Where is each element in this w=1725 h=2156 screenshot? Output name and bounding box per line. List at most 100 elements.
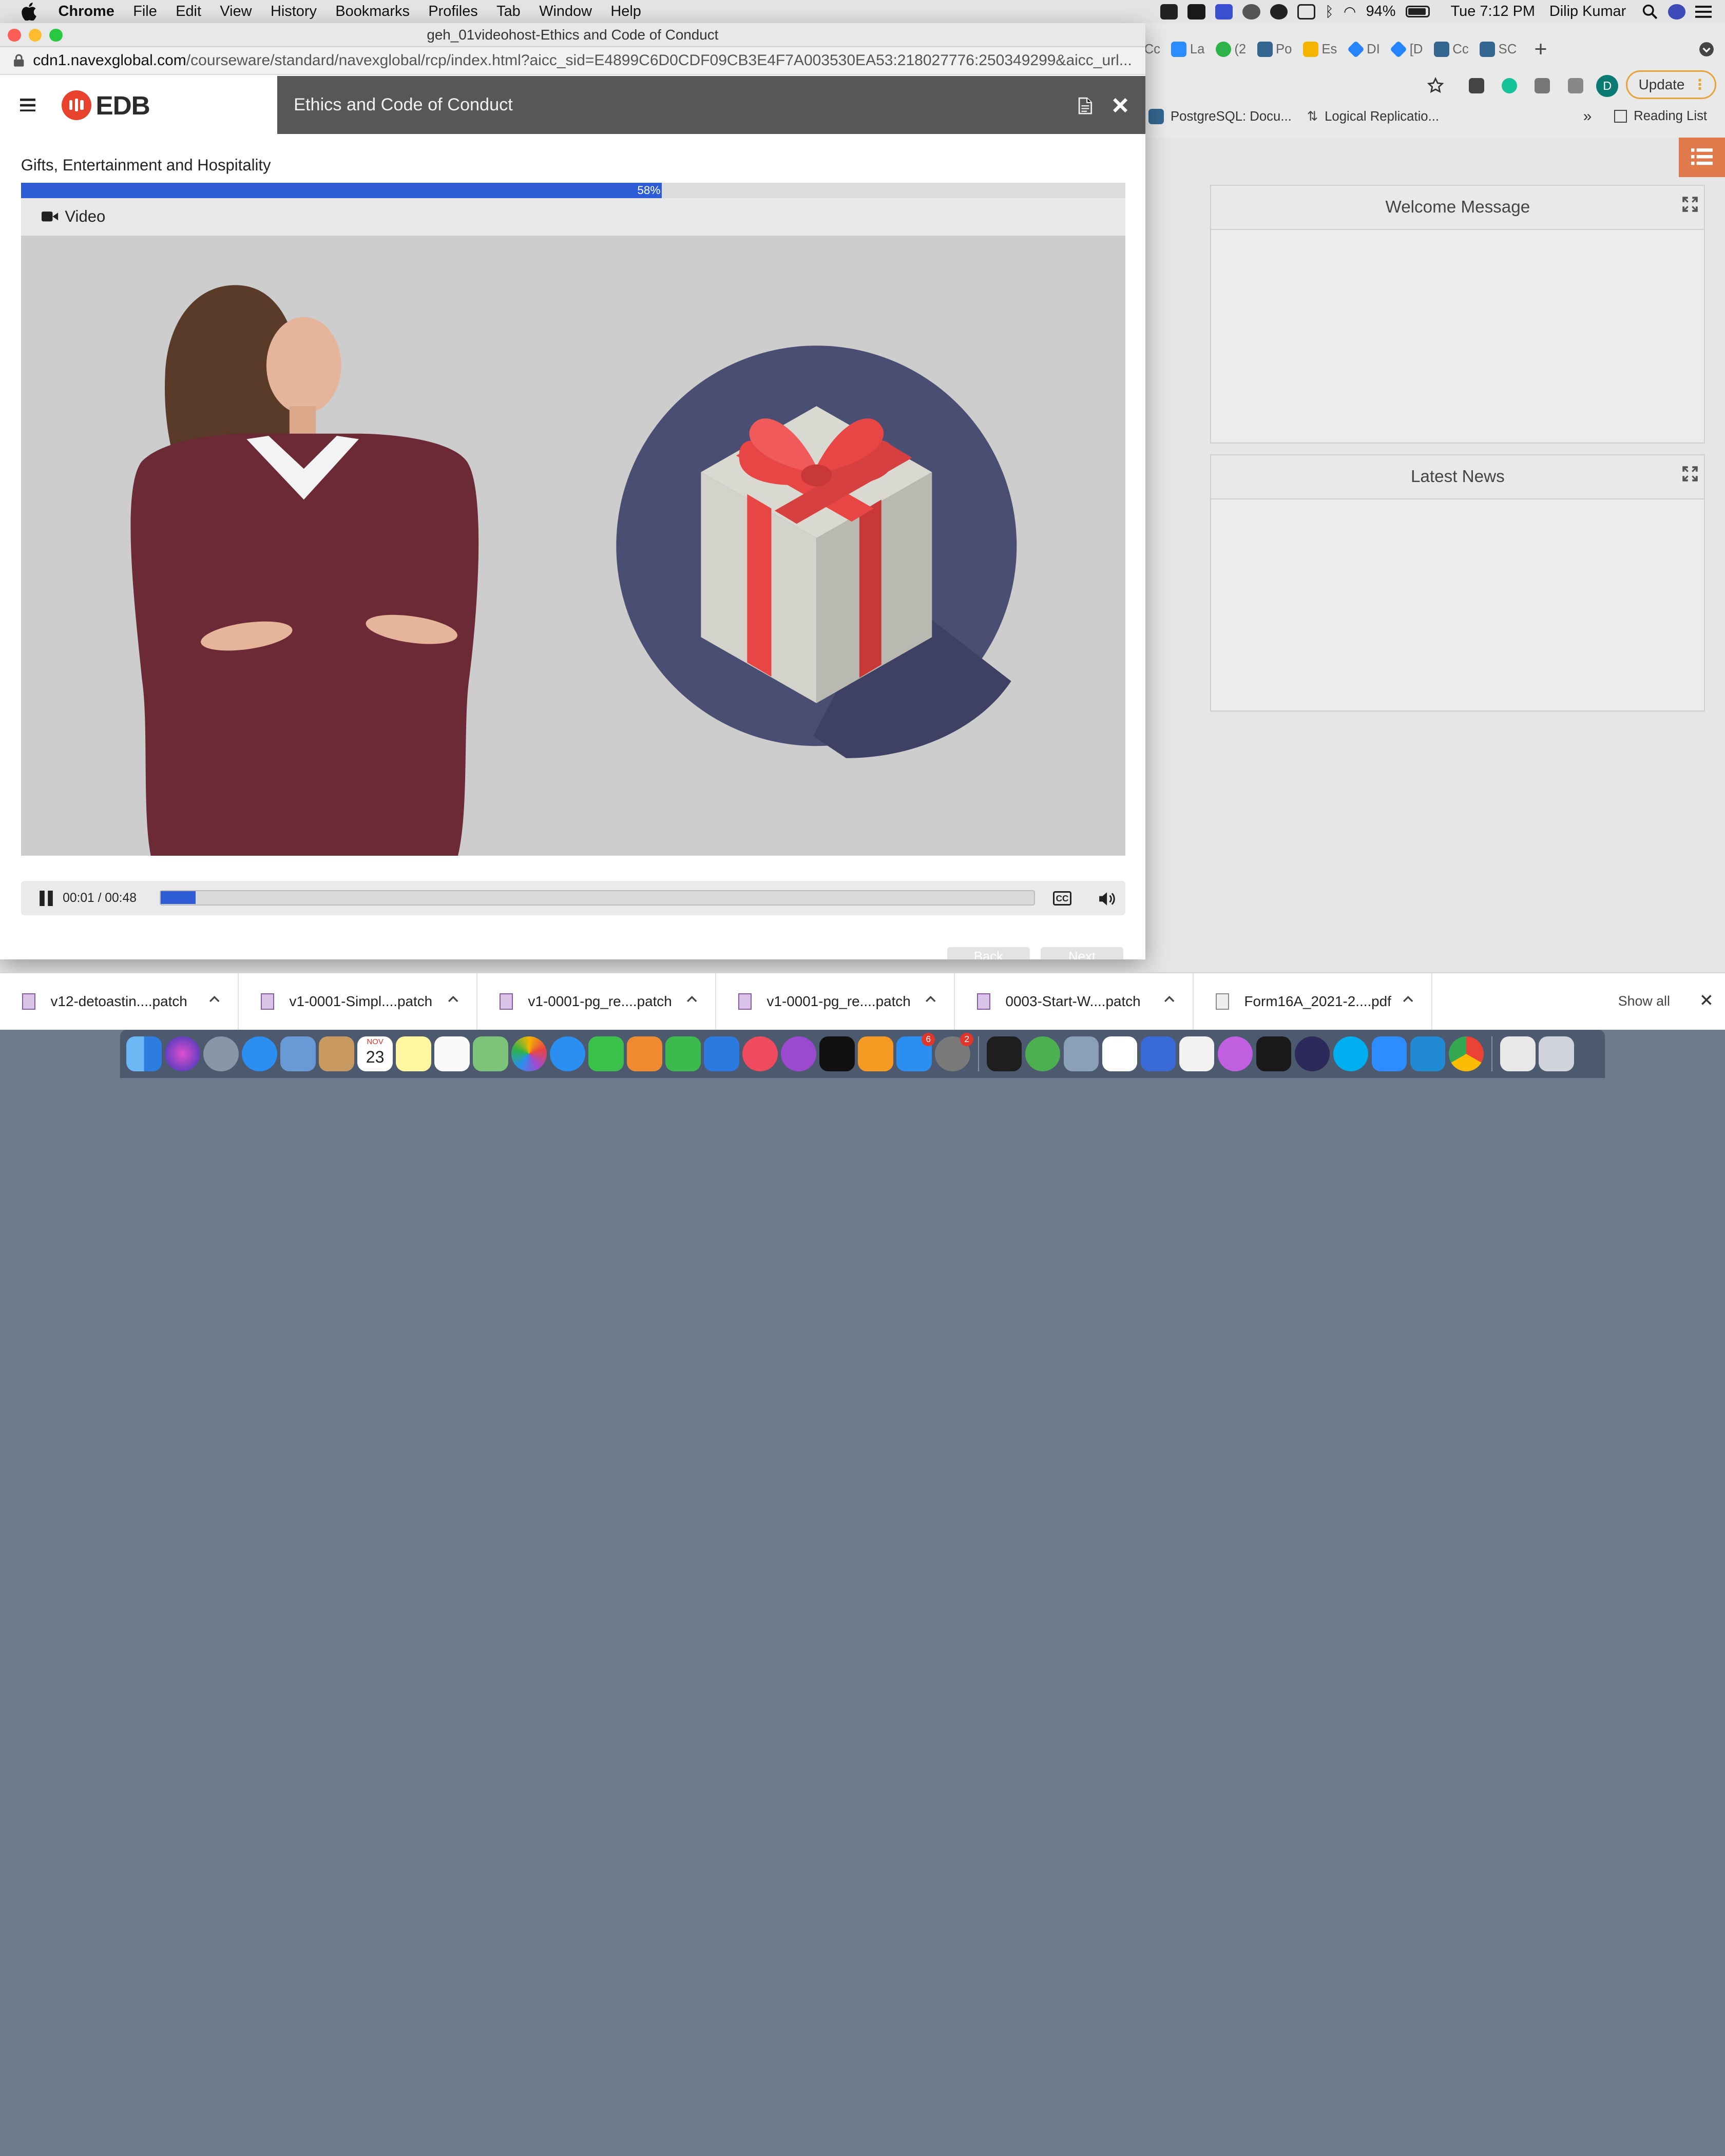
pages-icon[interactable] xyxy=(627,1036,662,1072)
menu-app-name[interactable]: Chrome xyxy=(59,3,114,20)
chevron-up-icon[interactable] xyxy=(1164,995,1175,1004)
grammarly-icon[interactable] xyxy=(1502,78,1518,94)
bg-tab[interactable]: La xyxy=(1171,42,1204,57)
zoom-window-button[interactable] xyxy=(49,28,63,42)
preview-icon[interactable] xyxy=(280,1036,316,1072)
download-item[interactable]: v1-0001-pg_re....patch xyxy=(477,973,716,1030)
messages-icon[interactable] xyxy=(550,1036,585,1072)
safari-icon[interactable] xyxy=(242,1036,277,1072)
contacts-icon[interactable] xyxy=(319,1036,354,1072)
list-menu-icon[interactable] xyxy=(1679,137,1725,177)
apple-logo-icon[interactable] xyxy=(21,3,36,21)
bg-tab[interactable]: Cc xyxy=(1433,42,1469,57)
skype-icon[interactable] xyxy=(1333,1036,1369,1072)
podcasts-icon[interactable] xyxy=(781,1036,816,1072)
calendar-icon[interactable]: NOV 23 xyxy=(357,1036,393,1072)
new-tab-icon[interactable]: + xyxy=(1535,37,1547,62)
update-button[interactable]: Update ⋮ xyxy=(1626,70,1716,99)
keynote-icon[interactable] xyxy=(704,1036,739,1072)
back-button[interactable]: Back xyxy=(947,947,1030,959)
eclipse-icon[interactable] xyxy=(1294,1036,1330,1072)
trash-icon[interactable] xyxy=(1539,1036,1574,1072)
music-icon[interactable] xyxy=(742,1036,778,1072)
menu-view[interactable]: View xyxy=(220,3,252,20)
video-seek-bar[interactable] xyxy=(159,890,1036,906)
menu-bookmarks[interactable]: Bookmarks xyxy=(335,3,410,20)
vscode-icon[interactable] xyxy=(1410,1036,1446,1072)
bookmarks-overflow-icon[interactable]: » xyxy=(1583,108,1592,125)
show-all-downloads-button[interactable]: Show all xyxy=(1618,993,1670,1009)
popup-address-bar[interactable]: cdn1.navexglobal.com/courseware/standard… xyxy=(0,47,1145,75)
reading-list-button[interactable]: Reading List xyxy=(1614,109,1707,124)
bg-tab[interactable]: SC xyxy=(1480,42,1517,57)
network-app-icon[interactable] xyxy=(1025,1036,1061,1072)
menu-history[interactable]: History xyxy=(271,3,317,20)
tab-search-icon[interactable] xyxy=(1699,42,1714,57)
menu-edit[interactable]: Edit xyxy=(176,3,201,20)
textedit-icon[interactable] xyxy=(1179,1036,1215,1072)
profile-avatar[interactable]: D xyxy=(1596,74,1619,97)
bookmark-item[interactable]: ⇅ Logical Replicatio... xyxy=(1307,109,1439,124)
download-item[interactable]: v12-detoastin....patch xyxy=(0,973,239,1030)
siri-icon[interactable] xyxy=(1667,4,1685,20)
skype-status-icon[interactable] xyxy=(1187,4,1205,20)
chevron-up-icon[interactable] xyxy=(925,995,936,1004)
finder-icon[interactable] xyxy=(126,1036,162,1072)
zoom-app-icon[interactable] xyxy=(1371,1036,1407,1072)
numbers-icon[interactable] xyxy=(665,1036,701,1072)
books-icon[interactable] xyxy=(858,1036,893,1072)
sync-status-icon[interactable] xyxy=(1242,4,1260,20)
expand-icon[interactable] xyxy=(1682,466,1698,482)
screen-sharing-icon[interactable] xyxy=(1140,1036,1176,1072)
close-window-button[interactable] xyxy=(8,28,21,42)
bg-tab[interactable]: (2 xyxy=(1215,42,1246,57)
download-item[interactable]: Form16A_2021-2....pdf xyxy=(1194,973,1432,1030)
control-center-icon[interactable] xyxy=(1695,5,1712,19)
camera-status-icon[interactable] xyxy=(1160,4,1178,20)
terminal-icon[interactable] xyxy=(986,1036,1022,1072)
closed-captions-icon[interactable]: CC xyxy=(1052,891,1072,906)
hamburger-menu-icon[interactable] xyxy=(20,98,35,112)
spotlight-search-icon[interactable] xyxy=(1642,4,1658,20)
notes-icon[interactable] xyxy=(396,1036,431,1072)
video-player-stage[interactable] xyxy=(21,235,1126,856)
airplay-icon[interactable] xyxy=(1297,4,1315,20)
pause-icon[interactable] xyxy=(39,890,54,906)
expand-icon[interactable] xyxy=(1682,197,1698,213)
menu-profiles[interactable]: Profiles xyxy=(428,3,477,20)
menu-tab[interactable]: Tab xyxy=(496,3,521,20)
chrome-icon[interactable] xyxy=(1448,1036,1484,1072)
lock-icon[interactable] xyxy=(13,54,24,67)
menu-window[interactable]: Window xyxy=(539,3,592,20)
activity-monitor-icon[interactable] xyxy=(1256,1036,1292,1072)
menu-help[interactable]: Help xyxy=(610,3,641,20)
reading-mode-icon[interactable] xyxy=(1567,78,1583,94)
chevron-up-icon[interactable] xyxy=(209,995,220,1004)
user-name[interactable]: Dilip Kumar xyxy=(1549,3,1626,20)
bg-tab[interactable]: Es xyxy=(1302,42,1337,57)
reminders-icon[interactable] xyxy=(434,1036,470,1072)
bg-tab[interactable]: DI xyxy=(1347,41,1380,59)
battery-icon[interactable] xyxy=(1405,5,1430,18)
minimize-window-button[interactable] xyxy=(28,28,42,42)
apple-tv-icon[interactable] xyxy=(819,1036,855,1072)
downloads-stack-icon[interactable] xyxy=(1500,1036,1536,1072)
download-item[interactable]: v1-0001-pg_re....patch xyxy=(716,973,955,1030)
bluetooth-icon[interactable]: ᛒ xyxy=(1325,4,1334,20)
download-item[interactable]: v1-0001-Simpl....patch xyxy=(239,973,477,1030)
vpn-status-icon[interactable] xyxy=(1215,4,1233,20)
system-preferences-icon[interactable]: 2 xyxy=(935,1033,974,1072)
photos-icon[interactable] xyxy=(511,1036,547,1072)
clock[interactable]: Tue 7:12 PM xyxy=(1451,3,1535,20)
close-downloads-icon[interactable] xyxy=(1700,993,1713,1007)
puzzle-extensions-icon[interactable] xyxy=(1535,78,1550,94)
chevron-up-icon[interactable] xyxy=(448,995,458,1004)
launchpad-icon[interactable] xyxy=(203,1036,239,1072)
wifi-icon[interactable]: ◠ xyxy=(1344,3,1356,20)
close-course-icon[interactable] xyxy=(1112,97,1128,113)
chevron-up-icon[interactable] xyxy=(1403,995,1413,1004)
bg-tab[interactable]: [D xyxy=(1390,41,1423,59)
document-icon[interactable] xyxy=(1078,97,1092,114)
chevron-up-icon[interactable] xyxy=(686,995,697,1004)
image-capture-icon[interactable] xyxy=(1063,1036,1099,1072)
